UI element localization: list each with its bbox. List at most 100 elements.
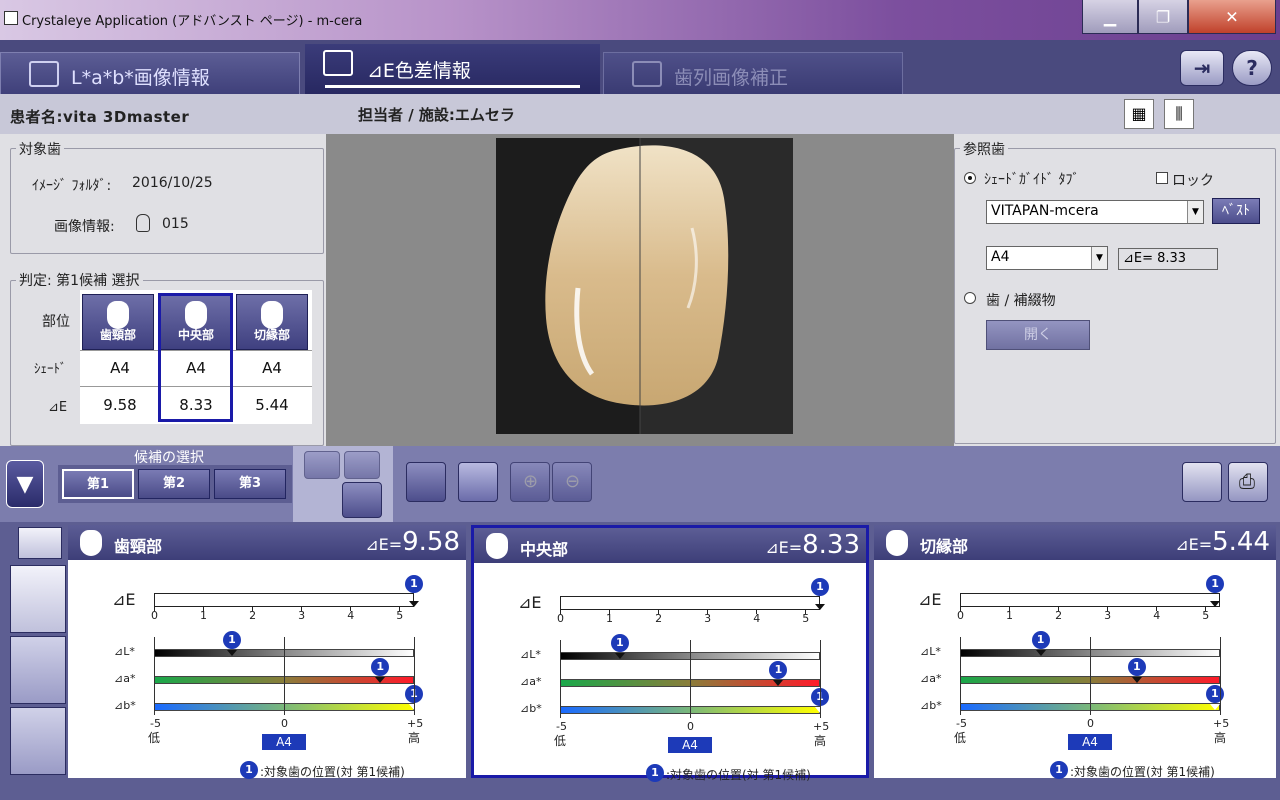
part-panel-title: 切縁部 [920,537,969,556]
lab-image-icon [29,61,59,87]
print-button[interactable]: ⎙ [1228,462,1268,502]
app-icon [4,11,18,25]
target-marker: 1 [811,578,829,596]
axis-high-label: 高 [1214,731,1227,745]
de-tick-label: 2 [1055,609,1063,622]
tooth-icon [136,214,150,232]
arch-correction-icon [632,61,662,87]
part-button-incisal[interactable]: 切縁部 [236,294,308,350]
minimize-icon: ▁ [1103,7,1117,26]
pattern-button[interactable]: ▦ [1124,99,1154,129]
table-view-button[interactable] [10,636,66,704]
lab-axis-label: ⊿L* [920,645,941,658]
shade-cell: A4 [262,359,282,377]
triangle-down-icon: ▼ [16,472,34,497]
lab-axis-label: ⊿b* [520,702,542,715]
lab-axis-label: ⊿b* [114,699,136,712]
shade-guide-select[interactable]: VITAPAN-mcera ▼ [986,200,1204,224]
reference-group-label: 参照歯 [960,139,1008,159]
reference-shade-chip: A4 [262,734,306,750]
legend-marker: 1 [646,764,664,782]
select-button[interactable] [344,451,380,479]
part-name: 歯頸部 [99,328,136,342]
de-tick-label: 5 [396,609,404,622]
candidate-3-button[interactable]: 第3 [214,469,286,499]
zoom-in-button[interactable]: ⊕ [510,462,550,502]
rotate-button[interactable] [304,451,340,479]
collapse-button[interactable]: ▼ [6,460,44,508]
axis-low-label: 低 [954,731,967,745]
grid-view-button[interactable] [342,482,382,518]
target-tooth-group [10,148,324,254]
target-pointer [614,653,625,659]
region-view-button[interactable] [10,707,66,775]
radio-tooth-label: 歯 / 補綴物 [986,293,1056,309]
part-button-cervical[interactable]: 歯頸部 [82,294,154,350]
de-readout: ⊿E= 8.33 [1118,248,1218,270]
teeth-button[interactable]: ⫼ [1164,99,1194,129]
target-group-label: 対象歯 [16,139,64,159]
close-button[interactable]: ✕ [1188,0,1276,34]
window-title: Crystaleye Application (アドバンスト ページ) - m-… [22,14,363,29]
shade-guide-value: VITAPAN-mcera [991,203,1099,219]
de-tick-label: 0 [151,609,158,622]
tab-delta-e-info[interactable]: ⊿E色差情報 [305,44,600,94]
target-marker: 1 [405,575,423,593]
maximize-button[interactable]: ❐ [1138,0,1188,34]
layer-button[interactable] [406,462,446,502]
target-pointer [815,604,825,610]
de-tick-label: 3 [704,612,712,625]
best-button[interactable]: ﾍﾞｽﾄ [1212,198,1260,224]
axis-high-label: 高 [408,731,421,745]
candidate-2-button[interactable]: 第2 [138,469,210,499]
exit-button[interactable]: ⇥ [1180,50,1224,86]
zoom-out-button[interactable]: ⊖ [552,462,592,502]
tab-lab-image-info[interactable]: L*a*b*画像情報 [0,52,300,94]
close-icon: ✕ [1225,7,1239,26]
de-tick-label: 4 [753,612,761,625]
lab-view-button[interactable] [18,527,62,559]
export-button[interactable] [1182,462,1222,502]
target-marker: 1 [223,631,241,649]
lab-grid-line [1090,637,1091,715]
de-bar [154,593,414,607]
lab-grid-line [154,637,155,715]
target-marker: 1 [1031,631,1050,649]
target-tooth-panel: 対象歯 ｲﾒｰｼﾞ ﾌｫﾙﾀﾞ: 2016/10/25 画像情報: 015 判定… [0,134,326,446]
reference-panel: 参照歯 ｼｪｰﾄﾞｶﾞｲﾄﾞ ﾀﾌﾞ ロック VITAPAN-mcera ▼ ﾍ… [954,134,1280,446]
candidate-1-button[interactable]: 第1 [62,469,134,499]
tooth-part-icon [886,530,908,556]
delta-e-value: 9.58 [402,527,460,557]
lab-grid-line [560,640,561,718]
target-pointer [1131,677,1142,683]
exit-icon: ⇥ [1193,56,1211,80]
lab-axis-label: ⊿b* [920,699,942,712]
row-de-label: ⊿E [48,400,68,415]
de-tick-label: 1 [1006,609,1014,622]
open-button[interactable]: 開く [986,320,1090,350]
folder-value: 2016/10/25 [132,175,213,191]
lock-label: ロック [1172,173,1214,189]
lab-grid-line [690,640,691,718]
lock-checkbox[interactable] [1156,172,1168,184]
target-marker: 1 [1127,658,1146,676]
radio-tooth[interactable] [964,292,976,304]
tab-arch-correction[interactable]: 歯列画像補正 [603,52,903,94]
info-value: 015 [162,216,189,232]
tooth-outline-button[interactable] [458,462,498,502]
de-tick-label: 4 [1153,609,1161,622]
de-cell: 9.58 [103,396,137,414]
bar-view-button[interactable] [10,565,66,633]
radio-shade-guide[interactable] [964,172,976,184]
tooth-incisal-icon [261,301,283,329]
tooth-photo [545,138,793,434]
target-marker: 1 [1205,685,1224,703]
target-pointer [375,677,386,683]
help-button[interactable]: ? [1232,50,1272,86]
shade-select[interactable]: A4 ▼ [986,246,1108,270]
tooth-part-icon [486,533,508,559]
staff-facility: 担当者 / 施設:エムセラ [358,106,515,124]
minimize-button[interactable]: ▁ [1082,0,1138,34]
part-analysis-panel: 中央部⊿E=8.33⊿E0123451⊿L*1⊿a*1⊿b*1-50+5低高A4… [471,525,869,782]
delta-e-label: ⊿E= [365,535,403,554]
